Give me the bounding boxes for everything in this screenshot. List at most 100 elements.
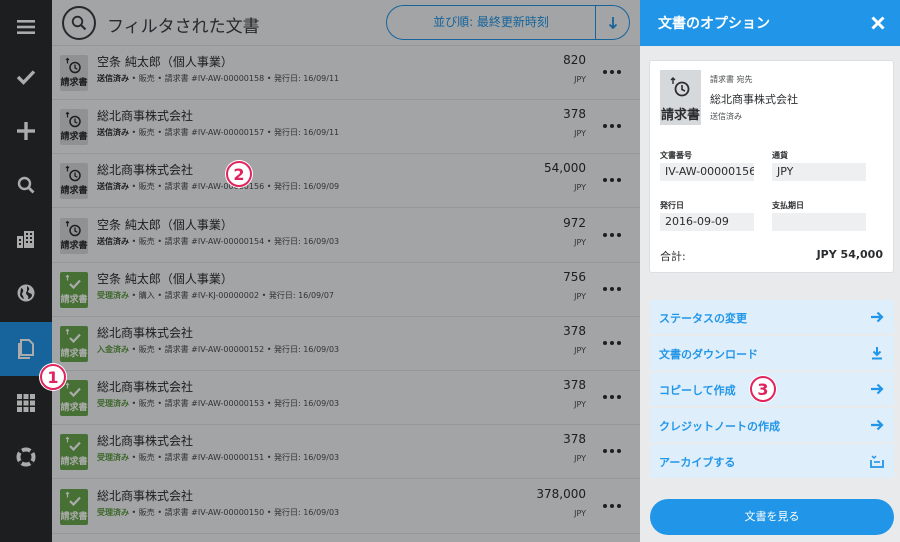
document-meta: 入金済み • 販売 • 請求書 #IV-AW-00000152 • 発行日: 1… — [97, 344, 339, 355]
company-button[interactable] — [0, 212, 52, 266]
document-meta: 受理済み • 販売 • 請求書 #IV-AW-00000151 • 発行日: 1… — [97, 452, 339, 463]
dot — [617, 449, 621, 454]
dot — [610, 395, 614, 400]
due-date-label: 支払期日 — [772, 201, 804, 210]
counterparty-name: 総北商事株式会社 — [97, 434, 194, 449]
plus-icon — [17, 122, 35, 140]
sort-order-button[interactable]: 並び順: 最終更新時刻 — [387, 6, 595, 39]
document-row[interactable]: 請求書 空条 純太郎（個人事業） 受理済み • 購入 • 請求書 #IV-KJ-00… — [52, 262, 640, 317]
panel-action[interactable]: ステータスの変更 — [650, 300, 894, 335]
close-panel-button[interactable] — [868, 13, 888, 33]
list-toolbar: フィルタされた文書 並び順: 最終更新時刻 — [52, 0, 640, 46]
document-meta: 送信済み • 販売 • 請求書 #IV-AW-00000154 • 発行日: 1… — [97, 236, 339, 247]
sort-direction-button[interactable] — [596, 6, 630, 39]
panel-action-label: コピーして作成 — [659, 384, 736, 397]
search-icon — [17, 176, 35, 194]
dot — [617, 232, 621, 237]
more-options-button[interactable] — [598, 166, 626, 194]
doc-number-field: IV-AW-00000156 — [660, 163, 754, 181]
menu-button[interactable] — [0, 0, 52, 54]
panel-action[interactable]: クレジットノートの作成 — [650, 408, 894, 443]
meta-details: • 販売 • 請求書 #IV-AW-00000150 • 発行日: 16/09/… — [129, 507, 340, 517]
archive-icon — [870, 455, 884, 468]
accepted-check-icon — [65, 328, 81, 344]
more-options-button[interactable] — [598, 221, 626, 249]
network-button[interactable] — [0, 266, 52, 320]
document-row[interactable]: 請求書 空条 純太郎（個人事業） 送信済み • 販売 • 請求書 #IV-AW-00… — [52, 46, 640, 100]
more-options-button[interactable] — [598, 492, 626, 520]
document-type-thumb: 請求書 — [60, 326, 88, 362]
dot — [603, 124, 607, 129]
panel-action[interactable]: 文書のダウンロード — [650, 336, 894, 371]
arrow-right-icon — [871, 311, 884, 323]
amount: 820 — [563, 53, 586, 67]
document-type-thumb: 請求書 — [60, 380, 88, 417]
dot — [610, 124, 614, 129]
due-date-field — [772, 213, 866, 231]
document-row[interactable]: 請求書 空条 純太郎（個人事業） 送信済み • 販売 • 請求書 #IV-AW-00… — [52, 208, 640, 263]
dot — [617, 341, 621, 345]
status-text: 入金済み — [97, 345, 129, 354]
list-title: フィルタされた文書 — [107, 17, 260, 37]
tasks-button[interactable] — [0, 50, 52, 104]
panel-action[interactable]: アーカイブする — [650, 444, 894, 479]
dot — [610, 232, 614, 237]
filter-search-button[interactable] — [62, 6, 96, 40]
document-type-thumb: 請求書 — [60, 163, 88, 200]
status-text: 受理済み — [97, 290, 129, 300]
currency: JPY — [574, 346, 586, 355]
dot — [610, 341, 614, 345]
status-text: 送信済み — [97, 74, 129, 83]
document-type-thumb: 請求書 — [60, 109, 88, 146]
more-options-button[interactable] — [598, 58, 626, 86]
help-button[interactable] — [0, 430, 52, 484]
meta-details: • 購入 • 請求書 #IV-KJ-00000002 • 発行日: 16/09/… — [129, 290, 335, 300]
status-text: 受理済み — [97, 399, 129, 409]
dot — [610, 178, 614, 183]
check-icon — [16, 70, 36, 85]
document-row[interactable]: 請求書 総北商事株式会社 送信済み • 販売 • 請求書 #IV-AW-000001… — [52, 154, 640, 209]
panel-action-icon — [869, 309, 885, 325]
document-row[interactable]: 請求書 総北商事株式会社 受理済み • 販売 • 請求書 #IV-AW-000001… — [52, 371, 640, 426]
dot — [603, 178, 607, 183]
document-meta: 受理済み • 販売 • 請求書 #IV-AW-00000150 • 発行日: 1… — [97, 507, 339, 518]
document-row[interactable]: 請求書 総北商事株式会社 入金済み • 販売 • 請求書 #IV-AW-000001… — [52, 317, 640, 371]
document-meta: 送信済み • 販売 • 請求書 #IV-AW-00000158 • 発行日: 1… — [97, 73, 339, 84]
meta-details: • 販売 • 請求書 #IV-AW-00000153 • 発行日: 16/09/… — [129, 399, 340, 409]
currency: JPY — [574, 508, 586, 518]
document-kind: 請求書 — [60, 240, 88, 251]
dot — [617, 286, 621, 291]
document-list-pane: フィルタされた文書 並び順: 最終更新時刻 請求書 空条 純太郎（個人事業） 送信済… — [52, 0, 640, 542]
document-row[interactable]: 請求書 総北商事株式会社 送信済み • 販売 • 請求書 #IV-AW-000001… — [52, 100, 640, 155]
create-button[interactable] — [0, 104, 52, 158]
panel-action-icon — [869, 345, 885, 361]
currency: JPY — [574, 454, 586, 464]
status-text: 送信済み — [97, 182, 129, 192]
arrow-down-icon — [608, 16, 618, 29]
document-row[interactable]: 請求書 総北商事株式会社 受理済み • 販売 • 請求書 #IV-AW-000001… — [52, 479, 640, 534]
meta-details: • 販売 • 請求書 #IV-AW-00000157 • 発行日: 16/09/… — [129, 128, 340, 138]
more-options-button[interactable] — [598, 437, 626, 465]
more-options-button[interactable] — [598, 112, 626, 140]
more-options-button[interactable] — [598, 329, 626, 357]
more-options-button[interactable] — [598, 275, 626, 303]
accepted-check-icon — [65, 382, 81, 398]
arrow-right-icon — [871, 383, 884, 395]
document-type-thumb: 請求書 — [60, 434, 88, 471]
meta-details: • 販売 • 請求書 #IV-AW-00000151 • 発行日: 16/09/… — [129, 453, 340, 463]
currency-label: 通貨 — [772, 151, 788, 160]
search-nav-button[interactable] — [0, 158, 52, 212]
dot — [603, 341, 607, 345]
company-icon — [17, 231, 34, 248]
dot — [603, 395, 607, 400]
status-text: 送信済み — [97, 236, 129, 246]
dot — [610, 449, 614, 454]
panel-title: 文書のオプション — [658, 16, 770, 32]
view-document-button[interactable]: 文書を見る — [650, 499, 894, 535]
panel-action-label: 文書のダウンロード — [659, 348, 758, 361]
more-options-button[interactable] — [598, 383, 626, 411]
recipient-caption: 請求書 宛先 — [710, 75, 753, 84]
pending-clock-icon — [65, 220, 81, 236]
step-marker-3: 3 — [750, 376, 776, 402]
document-row[interactable]: 請求書 総北商事株式会社受理済み • 販売 • 請求書 #IV-AW-000001… — [52, 425, 640, 480]
